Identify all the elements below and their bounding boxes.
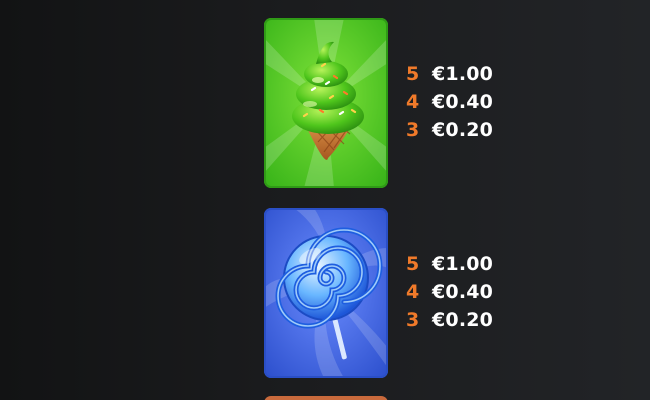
match-count: 5 [406, 253, 420, 275]
payout-amount: €0.40 [432, 281, 494, 303]
match-count: 3 [406, 309, 420, 331]
next-symbol-card [264, 396, 388, 400]
payout-row: 5 €1.00 [406, 60, 516, 88]
lollipop-symbol-card [264, 208, 388, 378]
payout-amount: €1.00 [432, 253, 494, 275]
payout-amount: €0.20 [432, 309, 494, 331]
match-count: 4 [406, 91, 420, 113]
payout-amount: €1.00 [432, 63, 494, 85]
paytable-ice-cream: 5 €1.00 4 €0.40 3 €0.20 [406, 60, 516, 144]
payout-amount: €0.20 [432, 119, 494, 141]
payout-amount: €0.40 [432, 91, 494, 113]
payout-row: 4 €0.40 [406, 278, 516, 306]
payout-row: 3 €0.20 [406, 306, 516, 334]
blue-lollipop-icon [264, 208, 388, 378]
green-ice-cream-cone-icon [264, 18, 388, 188]
paytable-lollipop: 5 €1.00 4 €0.40 3 €0.20 [406, 250, 516, 334]
ice-cream-symbol-card [264, 18, 388, 188]
match-count: 5 [406, 63, 420, 85]
payout-row: 4 €0.40 [406, 88, 516, 116]
payout-row: 5 €1.00 [406, 250, 516, 278]
match-count: 4 [406, 281, 420, 303]
payout-row: 3 €0.20 [406, 116, 516, 144]
match-count: 3 [406, 119, 420, 141]
